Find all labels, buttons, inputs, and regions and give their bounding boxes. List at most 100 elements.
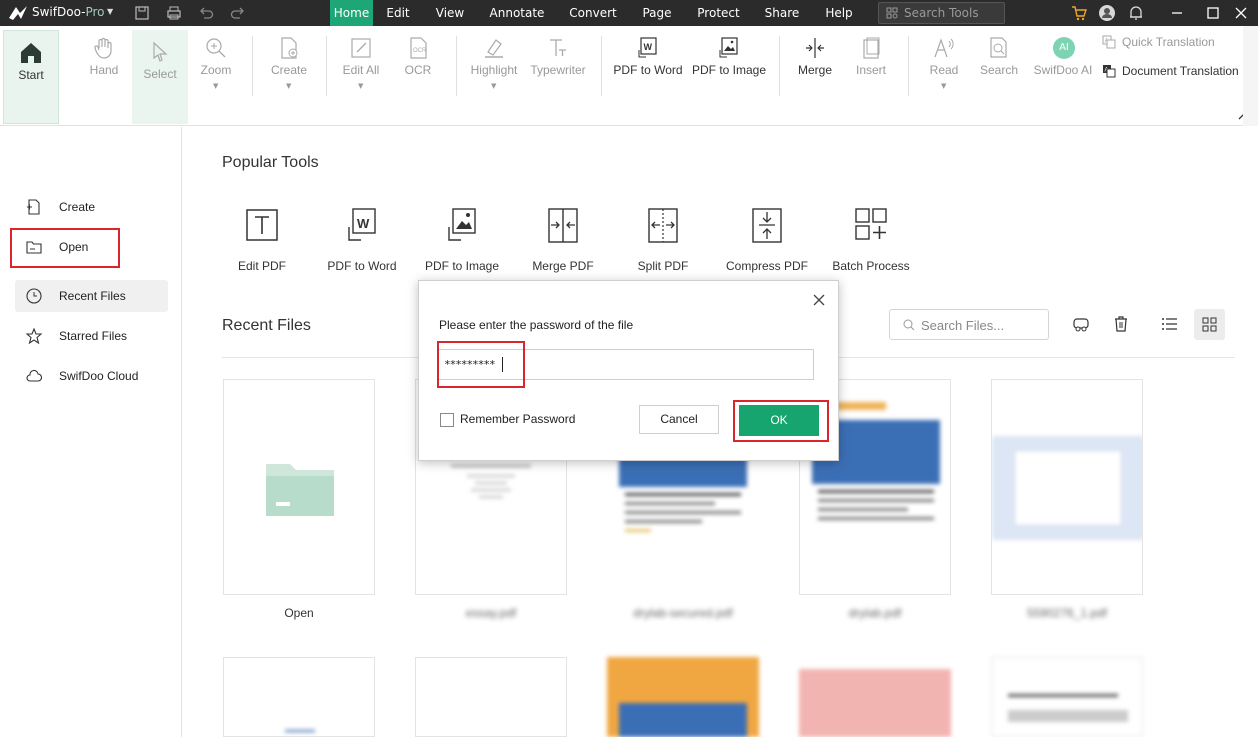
search-files-input[interactable]: Search Files...: [889, 309, 1049, 340]
menu-page[interactable]: Page: [629, 0, 685, 26]
list-view-icon[interactable]: [1159, 313, 1181, 335]
user-avatar-icon[interactable]: [1098, 4, 1116, 22]
tool-merge-pdf[interactable]: Merge PDF: [513, 207, 613, 273]
file-thumbnail: [619, 703, 747, 737]
pdf-to-image-button[interactable]: PDF to Image: [690, 26, 768, 106]
clock-icon: [26, 288, 42, 304]
svg-text:W: W: [357, 216, 370, 231]
file-thumbnail: [619, 457, 747, 595]
tool-edit-pdf[interactable]: Edit PDF: [212, 207, 312, 273]
tool-pdf-to-word[interactable]: W PDF to Word: [312, 207, 412, 273]
close-window-icon[interactable]: [1232, 4, 1250, 22]
read-button[interactable]: Read ▼: [920, 26, 968, 106]
svg-text:W: W: [644, 42, 653, 52]
menu-home[interactable]: Home: [330, 0, 373, 26]
sidebar-item-recent-files[interactable]: Recent Files: [15, 280, 168, 312]
tool-label: Merge PDF: [532, 259, 594, 273]
file-card[interactable]: [607, 657, 759, 737]
cloud-sync-icon[interactable]: [1070, 313, 1092, 335]
highlight-button[interactable]: Highlight ▼: [464, 26, 524, 106]
file-label: 5590276_1.pdf: [1026, 606, 1108, 620]
file-label: drylab-secured.pdf: [633, 606, 733, 620]
document-translation-button[interactable]: A Document Translation: [1102, 64, 1239, 78]
split-pdf-icon: [648, 208, 678, 243]
menu-edit[interactable]: Edit: [373, 0, 423, 26]
create-file-icon: [281, 37, 298, 59]
typewriter-button[interactable]: Typewriter: [527, 26, 589, 106]
merge-button[interactable]: Merge: [790, 26, 840, 106]
menu-convert[interactable]: Convert: [557, 0, 629, 26]
ribbon-divider: [601, 36, 602, 96]
menu-view[interactable]: View: [423, 0, 477, 26]
highlight-chevron-down-icon: ▼: [491, 82, 497, 90]
tool-label: Split PDF: [637, 259, 689, 273]
document-search-icon: [990, 37, 1007, 58]
grid-view-button[interactable]: [1194, 309, 1225, 340]
hand-button[interactable]: Hand: [77, 26, 131, 106]
search-files-placeholder: Search Files...: [921, 318, 1005, 333]
ribbon-scrollbar[interactable]: [1243, 26, 1258, 126]
sidebar-item-swifdoo-cloud[interactable]: SwifDoo Cloud: [15, 360, 168, 392]
search-button[interactable]: Search: [975, 26, 1023, 106]
file-thumbnail: [1008, 694, 1118, 697]
menu-annotate[interactable]: Annotate: [477, 0, 557, 26]
star-icon: [26, 328, 42, 344]
maximize-icon[interactable]: [1204, 4, 1222, 22]
sidebar-item-starred-files[interactable]: Starred Files: [15, 320, 168, 352]
tool-compress-pdf[interactable]: Compress PDF: [717, 207, 817, 273]
merge-icon: [806, 38, 824, 58]
sidebar: Create Open Recent Files Starred Files S…: [0, 127, 182, 737]
zoom-label: Zoom: [200, 63, 232, 77]
quick-translation-button[interactable]: A Quick Translation: [1102, 35, 1215, 49]
pdf-to-word-button[interactable]: W PDF to Word: [610, 26, 686, 106]
close-icon[interactable]: [812, 293, 826, 307]
file-card[interactable]: [991, 657, 1143, 737]
file-card[interactable]: [799, 657, 951, 737]
remember-password-checkbox[interactable]: [440, 413, 454, 427]
ribbon-toolbar: Start Hand Select Zoom ▼ Create ▼ Edit A…: [0, 26, 1258, 126]
cancel-button[interactable]: Cancel: [639, 405, 719, 434]
file-label: drylab.pdf: [848, 606, 902, 620]
tool-split-pdf[interactable]: Split PDF: [613, 207, 713, 273]
sidebar-item-create[interactable]: Create: [15, 191, 168, 223]
search-tools-input[interactable]: Search Tools: [878, 2, 1005, 24]
file-card-5590276[interactable]: [991, 379, 1143, 595]
open-file-card[interactable]: [223, 379, 375, 595]
cart-icon[interactable]: [1070, 4, 1088, 22]
ocr-button[interactable]: OCR OCR: [392, 26, 444, 106]
file-card[interactable]: [415, 657, 567, 737]
recent-files-title: Recent Files: [222, 317, 311, 334]
edit-all-button[interactable]: Edit All ▼: [334, 26, 388, 106]
tool-pdf-to-image[interactable]: PDF to Image: [412, 207, 512, 273]
open-highlight-box: [10, 228, 120, 268]
password-highlight-box: [437, 341, 525, 388]
zoom-icon: [206, 38, 226, 58]
insert-button[interactable]: Insert: [846, 26, 896, 106]
create-button[interactable]: Create ▼: [262, 26, 316, 106]
trash-icon[interactable]: [1110, 313, 1132, 335]
undo-icon[interactable]: [198, 5, 214, 21]
sidebar-item-label: Create: [59, 200, 96, 214]
start-button[interactable]: Start: [3, 30, 59, 124]
tool-batch-process[interactable]: Batch Process: [821, 207, 921, 273]
menu-protect[interactable]: Protect: [685, 0, 752, 26]
menu-share[interactable]: Share: [752, 0, 812, 26]
app-menu-chevron-icon[interactable]: ▼: [107, 7, 113, 16]
menu-help[interactable]: Help: [812, 0, 866, 26]
print-icon[interactable]: [166, 5, 182, 21]
file-card[interactable]: [223, 657, 375, 737]
save-icon[interactable]: [134, 5, 150, 21]
ok-highlight-box: [733, 400, 829, 442]
bell-icon[interactable]: [1127, 4, 1145, 22]
zoom-button[interactable]: Zoom ▼: [190, 26, 242, 106]
select-button[interactable]: Select: [132, 30, 188, 124]
popular-tools-title: Popular Tools: [222, 154, 319, 171]
file-thumbnail: [451, 465, 531, 545]
search-label: Search: [979, 63, 1019, 77]
minimize-icon[interactable]: [1168, 4, 1186, 22]
tool-label: Batch Process: [832, 259, 910, 273]
tool-label: PDF to Word: [327, 259, 397, 273]
zoom-chevron-down-icon: ▼: [213, 82, 219, 90]
redo-icon[interactable]: [230, 5, 246, 21]
tool-label: Edit PDF: [237, 259, 286, 273]
